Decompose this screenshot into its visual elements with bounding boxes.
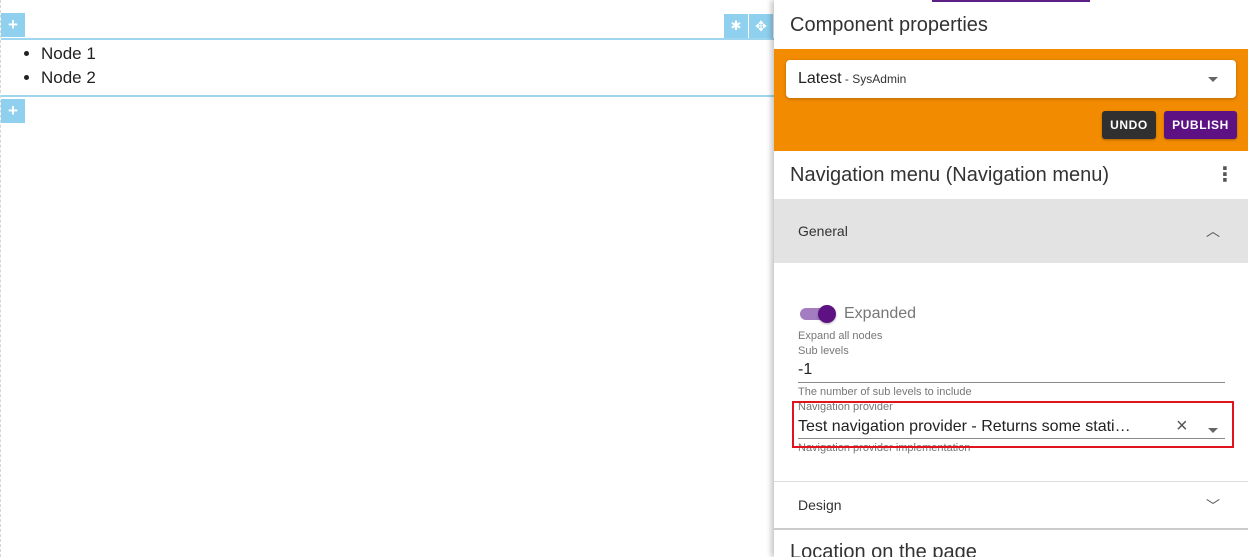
section-divider [774,481,1248,482]
version-select-value: Latest - SysAdmin [798,70,906,88]
expanded-toggle[interactable] [800,305,836,323]
version-separator: - [841,72,853,86]
nav-node-item[interactable]: Node 2 [41,67,96,91]
panel-top-accent [932,0,1090,2]
chevron-up-icon[interactable]: ︿ [1206,221,1220,241]
properties-panel: Component properties Latest - SysAdmin U… [774,0,1248,557]
chevron-down-icon[interactable]: ﹀ [1206,496,1220,516]
component-settings-icon[interactable]: ✱ [724,14,748,38]
chevron-down-icon[interactable] [1208,77,1218,82]
navigation-menu-preview: Node 1 Node 2 [41,43,96,91]
page-canvas: + ✱ ✥ Node 1 Node 2 + [0,0,774,557]
general-section-header[interactable]: General ︿ [774,199,1248,263]
section-divider [774,528,1248,530]
sub-levels-input[interactable]: -1 [798,361,812,379]
location-section-title: Location on the page [790,541,977,557]
component-bottom-border [1,95,774,97]
sub-levels-label: Sub levels [798,345,849,357]
component-top-border [1,38,774,40]
expanded-help-text: Expand all nodes [798,330,883,342]
component-title: Navigation menu (Navigation menu) [790,164,1110,186]
version-label: Latest [798,70,842,87]
sub-levels-help-text: The number of sub levels to include [798,386,972,398]
publish-button[interactable]: PUBLISH [1164,111,1237,139]
expanded-toggle-label: Expanded [844,305,917,322]
component-move-icon[interactable]: ✥ [749,14,773,38]
version-bar: Latest - SysAdmin UNDO PUBLISH [774,49,1248,151]
nav-node-item[interactable]: Node 1 [41,43,96,67]
sub-levels-underline [798,382,1225,383]
general-section-label: General [798,223,848,239]
version-user-text: - SysAdmin [841,72,907,86]
canvas-left-border [0,0,1,557]
more-options-icon[interactable]: ⋮ [1215,165,1235,186]
add-component-bottom-icon[interactable]: + [1,99,25,123]
version-user: SysAdmin [852,72,907,86]
version-select[interactable]: Latest - SysAdmin [786,60,1236,98]
design-section-header[interactable]: Design [798,497,842,513]
highlight-box [792,401,1234,448]
add-component-top-icon[interactable]: + [1,13,25,37]
toggle-knob [818,305,836,323]
panel-title: Component properties [790,14,988,36]
undo-button[interactable]: UNDO [1102,111,1156,139]
